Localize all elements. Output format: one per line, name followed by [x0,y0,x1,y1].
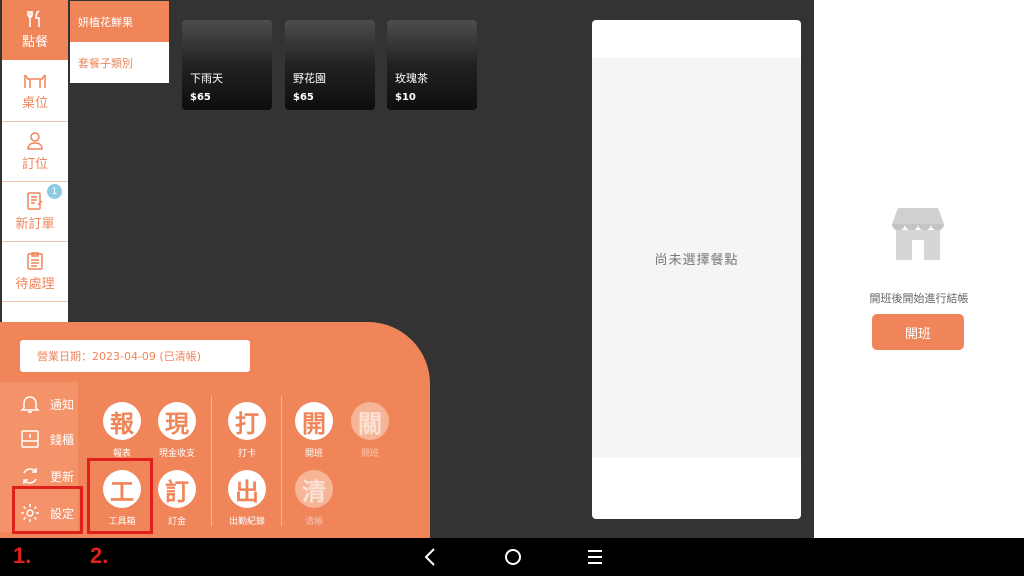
clear-account-tool[interactable]: 清 清帳 [285,470,343,527]
highlight-box-toolbox [87,458,153,534]
cash-flow-tool[interactable]: 現 現金收支 [148,402,206,459]
step-label-1: 1. [13,543,32,568]
left-nav: 點餐 桌位 訂位 新訂單 1 待處理 [2,0,68,341]
report-tool[interactable]: 報 報表 [93,402,151,459]
open-shift-tool[interactable]: 開 開班 [285,402,343,459]
order-empty-text: 尚未選擇餐點 [592,58,801,458]
side-item-label: 錢櫃 [50,432,75,447]
deposit-glyph: 訂 [158,470,196,508]
product-card[interactable]: 野花園 $65 [285,20,375,110]
home-icon[interactable] [503,547,523,567]
nav-item-label: 桌位 [21,95,48,111]
checkout-panel: 開班後開始進行結帳 開班 [814,0,1024,538]
product-price: $65 [293,92,314,103]
update-button[interactable]: 更新 [20,465,74,487]
open-shift-button[interactable]: 開班 [872,314,964,350]
divider [281,396,282,526]
step-label-2: 2. [90,543,109,568]
tool-label: 打卡 [237,449,256,459]
product-name: 野花園 [293,72,326,85]
tool-label: 現金收支 [158,449,195,459]
bell-icon [20,396,40,413]
nav-item-pending[interactable]: 待處理 [2,242,68,302]
nav-item-new-order[interactable]: 新訂單 1 [2,182,68,242]
notification-badge: 1 [47,184,62,199]
order-icon [27,191,43,210]
table-icon [24,74,46,88]
nav-item-reservation[interactable]: 訂位 [2,122,68,182]
clock-in-tool[interactable]: 打 打卡 [218,402,276,459]
clipboard-icon [27,251,43,270]
report-glyph: 報 [103,402,141,440]
cash-drawer-icon [21,430,39,448]
nav-item-label: 新訂單 [15,216,55,232]
side-item-label: 通知 [50,397,75,412]
deposit-tool[interactable]: 訂 訂金 [148,470,206,527]
product-card[interactable]: 下雨天 $65 [182,20,272,110]
back-icon[interactable] [422,547,440,567]
store-icon [892,208,944,260]
close-shift-glyph: 關 [351,402,389,440]
product-name: 玫瑰茶 [395,72,428,85]
menu-icon[interactable] [586,547,604,567]
product-name: 下雨天 [190,72,223,85]
person-icon [27,131,43,150]
nav-item-label: 訂位 [21,156,48,172]
notification-button[interactable]: 通知 [20,393,74,415]
clear-account-glyph: 清 [295,470,333,508]
open-shift-glyph: 開 [295,402,333,440]
close-shift-tool[interactable]: 關 關班 [341,402,399,459]
clock-in-glyph: 打 [228,402,266,440]
product-card[interactable]: 玫瑰茶 $10 [387,20,477,110]
nav-item-tables[interactable]: 桌位 [2,62,68,122]
nav-item-label: 點餐 [21,35,48,50]
highlight-box-settings [12,486,83,534]
tool-label: 訂金 [167,517,186,527]
side-item-label: 更新 [50,469,75,484]
utensils-icon [27,10,40,27]
tool-label: 開班 [304,449,323,459]
business-date: 營業日期：2023-04-09 (已清帳) [20,340,250,372]
shift-message: 開班後開始進行結帳 [869,292,969,305]
cash-flow-glyph: 現 [158,402,196,440]
category-tab[interactable]: 套餐子類別 [70,42,169,83]
category-tab-active[interactable]: 妍植花鮮果 [70,1,169,42]
tool-label: 關班 [360,449,379,459]
tool-label: 清帳 [304,517,323,527]
product-price: $65 [190,92,211,103]
divider [211,396,212,526]
cash-drawer-button[interactable]: 錢櫃 [20,428,74,450]
product-price: $10 [395,92,416,103]
attendance-tool[interactable]: 出 出勤紀錄 [218,470,276,527]
attendance-glyph: 出 [228,470,266,508]
system-nav-bar: 1. 2. [0,538,1024,576]
tool-label: 出勤紀錄 [228,517,265,527]
order-panel: 尚未選擇餐點 [592,20,801,519]
nav-item-label: 待處理 [15,276,55,292]
refresh-icon [23,468,37,484]
nav-item-order[interactable]: 點餐 [2,0,68,60]
